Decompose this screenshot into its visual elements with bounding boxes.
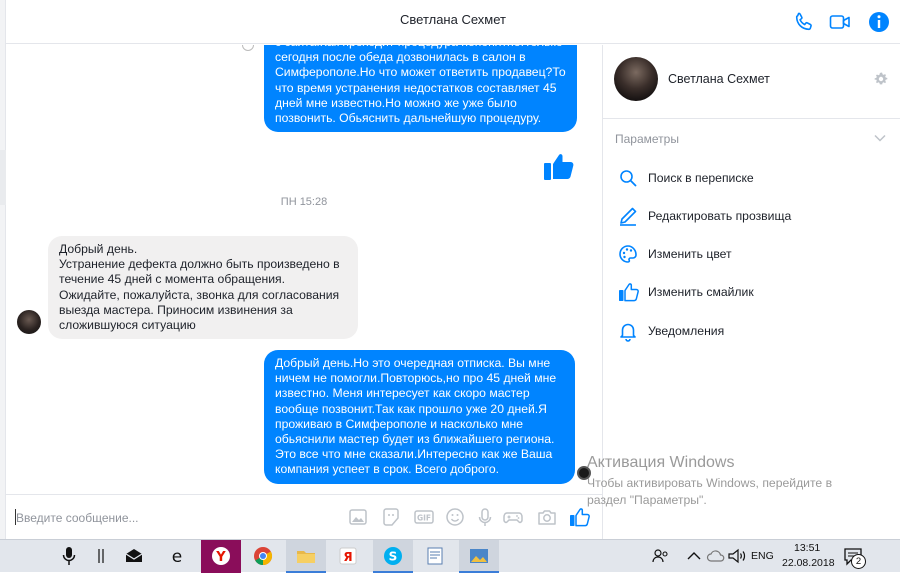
option-change-color[interactable]: Изменить цвет [617, 243, 887, 267]
edge-browser-icon[interactable]: e [166, 545, 188, 567]
message-bubble-incoming[interactable]: Добрый день. Устранение дефекта должно б… [48, 236, 358, 340]
svg-text:Y: Y [215, 550, 226, 565]
seen-indicator [242, 45, 254, 51]
contact-avatar[interactable] [614, 57, 658, 101]
language-indicator[interactable]: ENG [751, 550, 774, 562]
windows-activation-subtitle: Чтобы активировать Windows, перейдите в … [587, 476, 833, 507]
file-explorer-button[interactable] [286, 540, 326, 573]
windows-taskbar: e Y Я S ENG 13:51 22.08.2018 2 [0, 539, 900, 573]
thumbs-up-icon [617, 281, 639, 303]
thumbs-up-sticker-icon [542, 149, 576, 183]
windows-activation-title: Активация Windows [587, 454, 735, 471]
option-edit-nicknames[interactable]: Редактировать прозвища [617, 205, 887, 229]
palette-icon [617, 243, 639, 265]
video-call-icon[interactable] [828, 10, 852, 34]
message-thread[interactable]: с сайта.Как проходит процедура непонятно… [6, 45, 602, 493]
picture-viewer-icon [468, 545, 490, 567]
option-label: Редактировать прозвища [648, 209, 792, 223]
notepad-icon[interactable] [424, 545, 446, 567]
search-icon [617, 167, 639, 189]
option-search-conversation[interactable]: Поиск в переписке [617, 167, 887, 191]
option-change-emoji[interactable]: Изменить смайлик [617, 281, 887, 305]
pencil-icon [617, 205, 639, 227]
mail-icon[interactable] [123, 545, 145, 567]
photos-app-button[interactable] [459, 540, 499, 573]
skype-icon: S [382, 545, 404, 567]
yandex-app-icon[interactable]: Я [337, 545, 359, 567]
svg-text:e: e [172, 547, 182, 567]
contact-name[interactable]: Светлана Сехмет [668, 72, 770, 86]
microphone-icon[interactable] [58, 545, 80, 567]
camera-icon[interactable] [536, 506, 558, 528]
folder-icon [295, 545, 317, 567]
contact-avatar-small[interactable] [17, 310, 41, 334]
option-label: Уведомления [648, 324, 725, 338]
info-icon[interactable] [867, 10, 891, 34]
message-bubble-outgoing[interactable]: с сайта.Как проходит процедура непонятно… [264, 45, 577, 133]
gear-icon[interactable] [873, 71, 889, 87]
onedrive-cloud-icon[interactable] [705, 545, 727, 567]
speaker-icon[interactable] [726, 545, 748, 567]
panel-divider [603, 118, 900, 119]
message-input[interactable]: Введите сообщение... [16, 511, 139, 525]
emoji-icon[interactable] [444, 506, 466, 528]
message-composer: Введите сообщение... GIF [6, 494, 602, 539]
chevron-down-icon[interactable] [873, 131, 887, 145]
messenger-window: Светлана Сехмет с сайта.Как проходит про… [0, 0, 900, 539]
svg-text:S: S [389, 550, 398, 564]
skype-button[interactable]: S [373, 540, 413, 573]
conversation-header: Светлана Сехмет [6, 0, 900, 44]
svg-text:GIF: GIF [417, 514, 431, 523]
sticker-icon[interactable] [380, 506, 402, 528]
task-view-separator [90, 545, 112, 567]
yandex-browser-icon: Y [210, 545, 232, 567]
gif-icon[interactable]: GIF [413, 506, 435, 528]
option-label: Изменить цвет [648, 247, 732, 261]
microphone-icon[interactable] [474, 506, 496, 528]
game-controller-icon[interactable] [502, 506, 524, 528]
people-icon[interactable] [650, 545, 672, 567]
clock-time[interactable]: 13:51 [794, 542, 820, 554]
bell-icon [617, 320, 639, 342]
image-attach-icon[interactable] [347, 506, 369, 528]
conversation-title: Светлана Сехмет [400, 12, 506, 27]
phone-icon[interactable] [792, 10, 816, 34]
yandex-browser-button[interactable]: Y [201, 540, 241, 573]
send-like-icon[interactable] [568, 506, 590, 528]
chrome-icon[interactable] [252, 545, 274, 567]
option-label: Изменить смайлик [648, 285, 754, 299]
option-label: Поиск в переписке [648, 171, 754, 185]
clock-date[interactable]: 22.08.2018 [782, 557, 835, 569]
option-notifications[interactable]: Уведомления [617, 320, 887, 344]
svg-text:Я: Я [343, 550, 352, 564]
message-bubble-outgoing[interactable]: Добрый день.Но это очередная отписка. Вы… [264, 350, 575, 484]
message-timestamp: ПН 15:28 [280, 196, 328, 208]
chevron-up-icon[interactable] [683, 545, 705, 567]
notification-count-badge: 2 [851, 554, 866, 569]
parameters-section-label[interactable]: Параметры [615, 132, 679, 146]
